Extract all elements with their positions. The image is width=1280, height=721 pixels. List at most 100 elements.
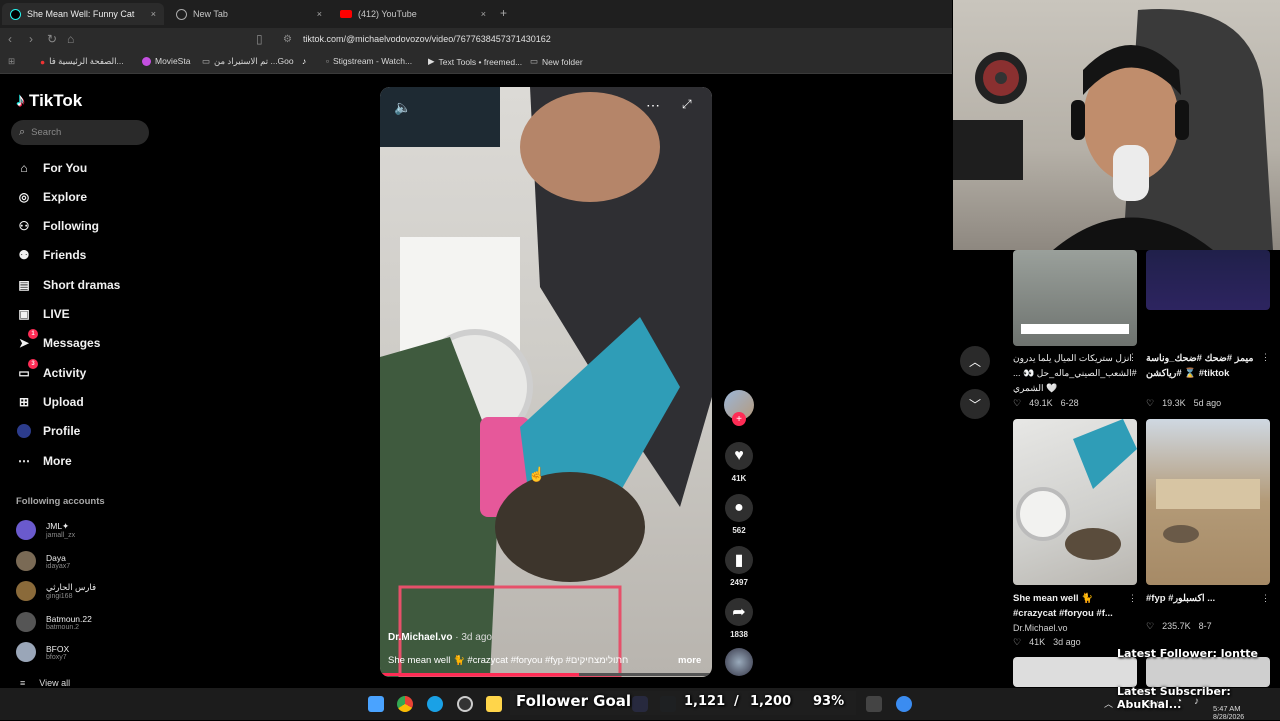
next-video-button[interactable]: ﹀ — [960, 389, 990, 419]
site-info-icon[interactable]: ⚙ — [283, 34, 292, 45]
creator-avatar[interactable]: + — [724, 390, 754, 426]
tab-youtube[interactable]: (412) YouTube × — [332, 3, 494, 25]
heart-outline-icon: ♡ — [1013, 398, 1022, 408]
nav-explore[interactable]: ◎ Explore — [16, 188, 87, 206]
more-options-icon[interactable]: ⋮ — [1128, 593, 1137, 604]
close-tab-icon[interactable]: × — [481, 9, 486, 19]
previous-video-button[interactable]: ︿ — [960, 346, 990, 376]
follow-plus-icon[interactable]: + — [732, 412, 746, 426]
apps-icon[interactable]: ⊞ — [8, 56, 15, 67]
friends-icon: ⚉ — [18, 248, 30, 262]
address-bar-row: ‹ › ↻ ⌂ ▯ ⚙ tiktok.com/@michaelvodovozov… — [0, 28, 952, 52]
bookmark-item[interactable]: ♪ — [302, 56, 310, 66]
video-thumbnail[interactable] — [1146, 419, 1270, 585]
new-tab-button[interactable]: + — [500, 6, 507, 20]
app-icon[interactable] — [866, 696, 882, 712]
account-item[interactable]: Daya idayax7 — [16, 551, 70, 571]
volume-icon[interactable]: 🔈 — [394, 99, 411, 116]
heart-outline-icon: ♡ — [1146, 621, 1155, 631]
bookmark-item[interactable]: ▫ Stigstream - Watch... — [326, 56, 412, 66]
bookmark-item[interactable]: MovieSta — [142, 56, 190, 66]
search-box[interactable]: ⌕ Search — [11, 120, 149, 145]
grid-caption[interactable]: ميمز #ضحك #ضحك_وناسة #رياكشن ⌛ #tiktok — [1146, 351, 1264, 381]
app-icon[interactable] — [457, 696, 473, 712]
more-options-icon[interactable]: ⋮ — [1261, 352, 1270, 363]
progress-bar[interactable] — [380, 673, 712, 676]
grid-caption[interactable]: انزل ستريكات الميال يلما يدرون #الشعب_ال… — [1013, 351, 1138, 396]
webcam-frame — [953, 9, 1273, 250]
bookmark-item[interactable]: ▭ New folder — [530, 56, 583, 67]
account-item[interactable]: BFOX bfoxy7 — [16, 642, 69, 662]
nav-for-you[interactable]: ⌂ For You — [16, 159, 87, 177]
activity-badge: 3 — [28, 359, 38, 369]
nav-activity[interactable]: ▭ 3 Activity — [16, 359, 86, 382]
bookmark-icon[interactable]: ▯ — [256, 32, 263, 46]
nav-more[interactable]: ⋯ More — [16, 452, 72, 470]
bookmark-item[interactable]: ▶ Text Tools • freemed... — [428, 56, 522, 67]
nav-short-dramas[interactable]: ▤ Short dramas — [16, 276, 120, 294]
bookmark-item[interactable]: ▭ تم الاستيراد من ...Goo — [202, 56, 294, 67]
view-all-link[interactable]: ≡ View all — [20, 678, 70, 688]
video-author[interactable]: Dr.Michael.vo · 3d ago — [388, 632, 492, 643]
forward-icon[interactable]: › — [29, 32, 33, 46]
close-tab-icon[interactable]: × — [317, 9, 322, 19]
obs-icon[interactable] — [896, 696, 912, 712]
tab-title: (412) YouTube — [358, 9, 417, 19]
like-button[interactable]: ♥ 41K — [724, 442, 754, 483]
nav-messages[interactable]: ➤ 1 Messages — [16, 329, 100, 352]
video-thumbnail[interactable] — [1013, 250, 1137, 346]
grid-stats: ♡ 19.3K 5d ago — [1146, 398, 1222, 408]
grid-caption[interactable]: She mean well 🐈 #crazycat #foryou #f... — [1013, 591, 1138, 621]
cursor-icon: ☝ — [528, 466, 546, 482]
moviesta-icon — [142, 56, 151, 66]
share-arrow-icon: ➦ — [725, 598, 753, 626]
user-follow-icon: ⚇ — [18, 219, 30, 233]
close-tab-icon[interactable]: × — [151, 9, 156, 19]
chevron-up-icon[interactable]: ︿ — [1104, 697, 1113, 710]
folder-icon: ▭ — [202, 56, 211, 66]
webcam-overlay — [953, 0, 1280, 250]
nav-live[interactable]: ▣ LIVE — [16, 305, 69, 323]
account-item[interactable]: Batmoun.22 batmoun.2 — [16, 612, 92, 632]
bookmarks-bar: ⊞ ● الصفحة الرئيسية فا... MovieSta ▭ تم ال… — [0, 52, 952, 74]
more-button[interactable]: more — [678, 655, 701, 666]
home-icon[interactable]: ⌂ — [67, 32, 74, 46]
account-item[interactable]: فارس الحارثي gingi168 — [16, 581, 96, 601]
reload-icon[interactable]: ↻ — [47, 32, 57, 46]
video-thumbnail[interactable] — [1146, 657, 1270, 687]
account-item[interactable]: JML✦ jamall_zx — [16, 520, 75, 540]
tab-new-tab[interactable]: New Tab × — [168, 3, 330, 25]
nav-following[interactable]: ⚇ Following — [16, 217, 99, 235]
grid-caption[interactable]: #fyp #اكسبلور ... — [1146, 591, 1264, 621]
edge-icon[interactable] — [427, 696, 443, 712]
nav-profile[interactable]: Profile — [16, 422, 80, 440]
more-options-icon[interactable]: ⋮ — [1261, 593, 1270, 604]
send-icon: ➤ 1 — [16, 329, 38, 351]
video-thumbnail[interactable] — [1146, 250, 1270, 310]
comment-button[interactable]: ● 562 — [724, 494, 754, 535]
share-button[interactable]: ➦ 1838 — [724, 598, 754, 639]
tab-tiktok[interactable]: She Mean Well: Funny Cat M × — [2, 3, 164, 25]
chrome-icon[interactable] — [397, 696, 413, 712]
bookmark-item[interactable]: ● الصفحة الرئيسية فا... — [40, 56, 124, 67]
music-disc[interactable] — [724, 648, 754, 676]
video-thumbnail[interactable] — [1013, 657, 1137, 687]
tiktok-logo[interactable]: ♪ TikTok — [16, 90, 82, 111]
file-explorer-icon[interactable] — [368, 696, 384, 712]
search-input[interactable]: Search — [31, 127, 61, 138]
save-button[interactable]: ▮ 2497 — [724, 546, 754, 587]
fullscreen-icon[interactable]: ⤢ — [682, 97, 692, 112]
goal-separator: / — [734, 694, 739, 709]
nav-friends[interactable]: ⚉ Friends — [16, 246, 87, 264]
grid-stats: ♡ 235.7K 8-7 — [1146, 621, 1212, 631]
back-icon[interactable]: ‹ — [8, 32, 12, 46]
url-field[interactable]: tiktok.com/@michaelvodovozov/video/76776… — [303, 34, 551, 44]
video-thumbnail[interactable] — [1013, 419, 1137, 585]
grid-author[interactable]: Dr.Michael.vo — [1013, 623, 1068, 633]
nav-upload[interactable]: ⊞ Upload — [16, 393, 84, 411]
video-player[interactable]: 🔈 ⋯ ⤢ Dr.Michael.vo · 3d ago She mean we… — [380, 87, 712, 677]
more-options-icon[interactable]: ⋯ — [646, 97, 660, 114]
heart-outline-icon: ♡ — [1013, 637, 1022, 647]
store-icon[interactable] — [486, 696, 502, 712]
more-options-icon[interactable]: ⋮ — [1128, 352, 1137, 363]
